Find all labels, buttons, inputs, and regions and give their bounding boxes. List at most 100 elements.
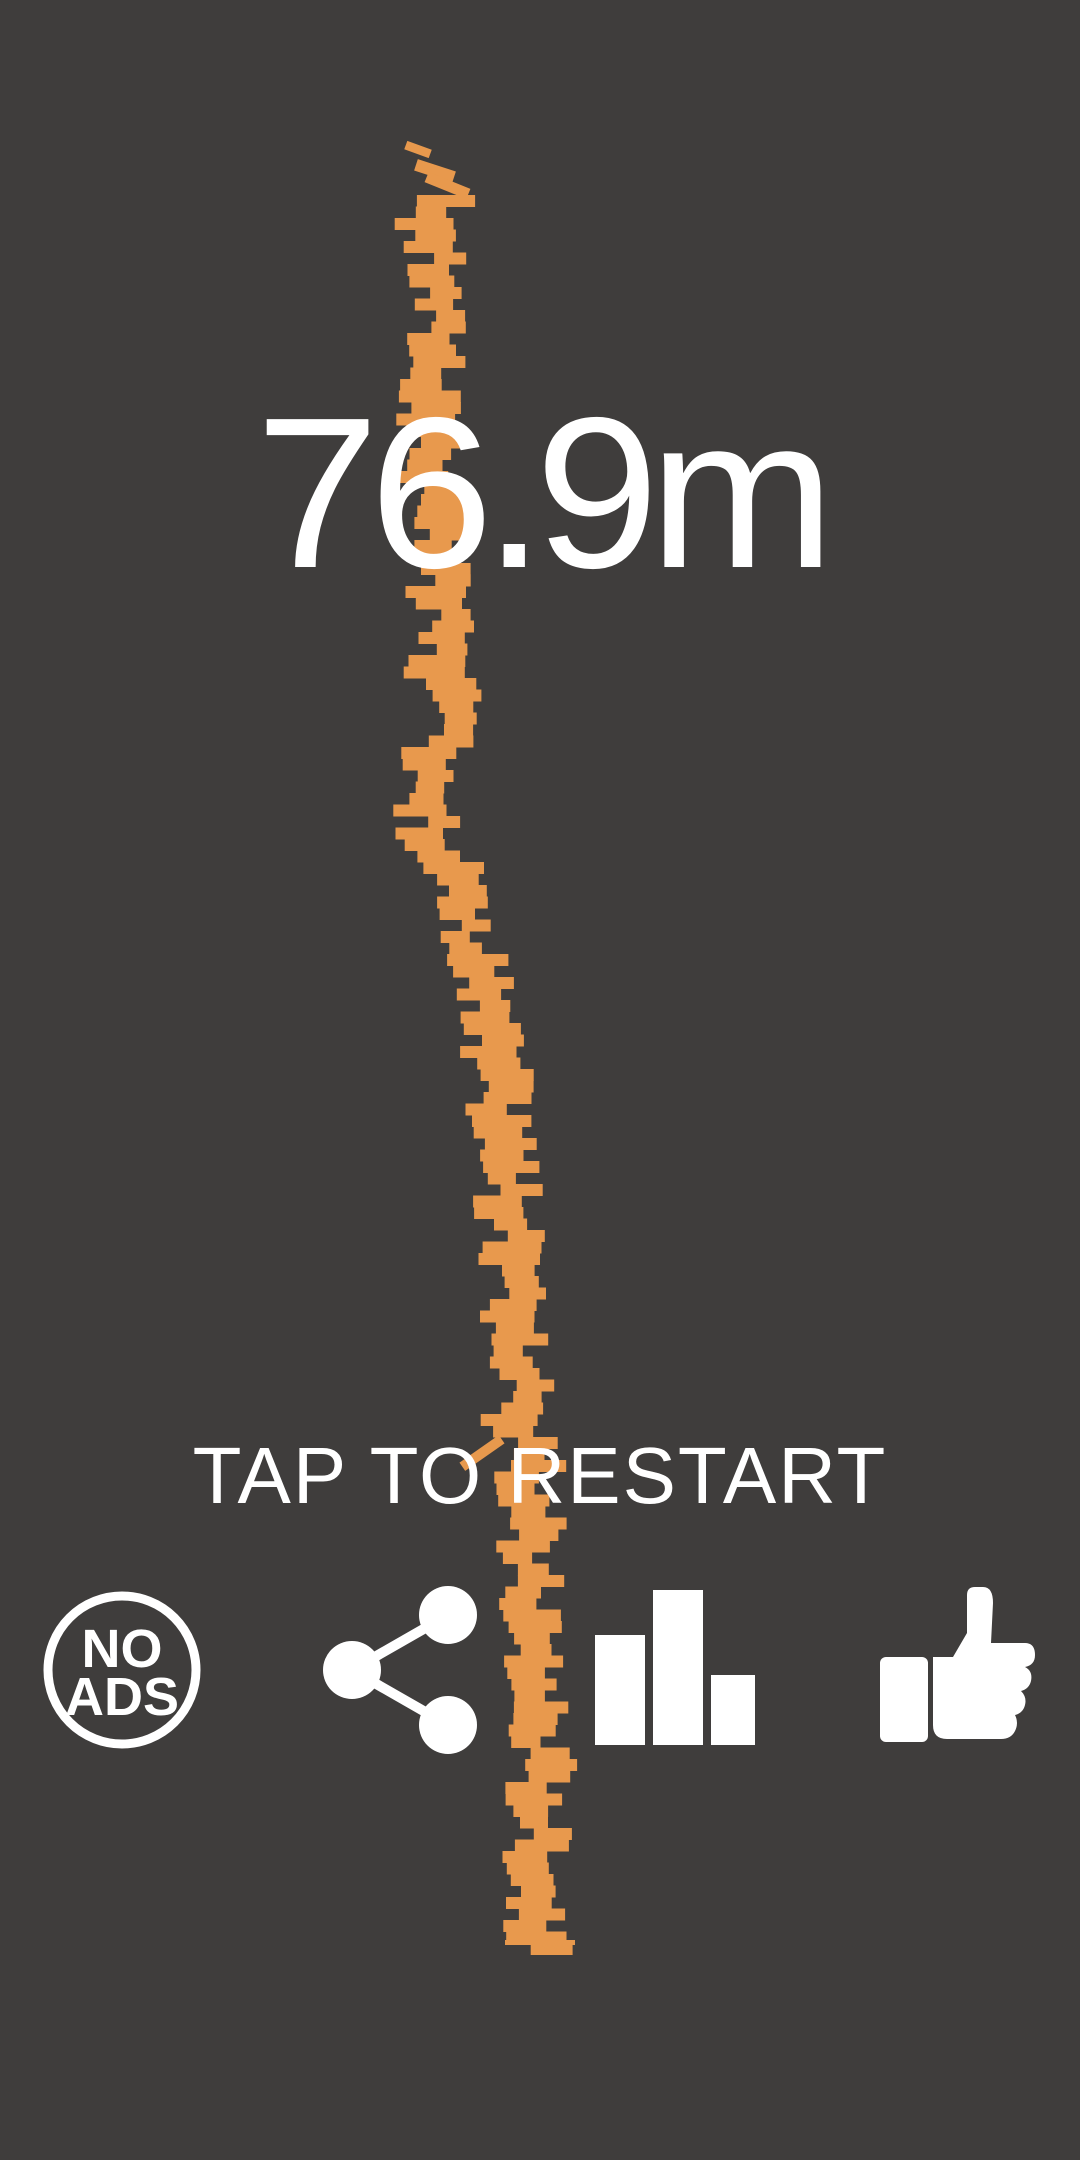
tower-block (506, 1897, 552, 1909)
tower-block (463, 1023, 521, 1035)
tower-block (404, 839, 445, 851)
tower-block (473, 1195, 522, 1208)
tower-block (508, 1621, 562, 1633)
tower-block (460, 1011, 510, 1024)
tower-block (507, 1230, 545, 1242)
tower-block (506, 1862, 549, 1875)
height-score: 76.9m (255, 372, 835, 613)
tower-block (477, 1057, 521, 1070)
tower-block (503, 1609, 561, 1622)
leaderboard-button[interactable] (595, 1585, 755, 1755)
tower-block (449, 885, 487, 897)
tower-block (516, 1379, 555, 1392)
tower-block (444, 712, 477, 725)
tower-block (436, 310, 466, 322)
tower-block (428, 816, 461, 828)
tower-block (428, 735, 474, 748)
tower-block (496, 1540, 550, 1553)
like-button[interactable] (875, 1585, 1035, 1755)
tower-block (453, 965, 495, 978)
share-button[interactable] (320, 1585, 480, 1755)
tower-block (499, 1598, 537, 1610)
tower-block (514, 1839, 569, 1852)
tower-block (461, 919, 491, 932)
game-screen[interactable]: 76.9m TAP TO RESTART NO ADS (0, 0, 1080, 2160)
tower-block (480, 1414, 538, 1426)
tower-block (518, 1908, 566, 1921)
tower-block (499, 1368, 540, 1380)
tower-block (514, 1690, 545, 1702)
tower-block (472, 1115, 532, 1127)
tower-block (436, 643, 468, 656)
tower-block (439, 908, 475, 920)
tower-block (507, 1667, 545, 1679)
tower-block (437, 896, 488, 909)
no-ads-button[interactable]: NO ADS (42, 1585, 202, 1755)
tower-block (513, 1713, 558, 1725)
tower-block (407, 264, 449, 276)
tower-block (525, 1759, 578, 1771)
tower-block (408, 655, 466, 667)
tower-block (521, 1885, 556, 1898)
tower-block (488, 1080, 534, 1093)
tower-block (505, 1782, 547, 1794)
tower-block (415, 206, 447, 219)
tower-block (502, 1851, 548, 1863)
tower-block (417, 850, 460, 863)
tower-block (409, 344, 456, 357)
tower-block (437, 873, 479, 886)
tower-block (483, 1161, 540, 1173)
tower-block (484, 1138, 537, 1150)
tower-block (415, 229, 456, 242)
tower-block (517, 1575, 565, 1587)
tower-block (511, 1736, 541, 1748)
tower-block (432, 620, 474, 633)
tower-block (409, 793, 444, 805)
tower-block (487, 1172, 516, 1185)
tower-block (508, 1724, 556, 1737)
tower-block (394, 218, 454, 230)
tower-block (449, 942, 482, 955)
tower-block (417, 770, 454, 782)
tower-block (403, 666, 465, 679)
tower-block (456, 988, 502, 1001)
tower-block (489, 1299, 537, 1311)
tower-block (501, 1402, 544, 1415)
tower-block (418, 632, 465, 644)
tower-block (483, 1092, 532, 1104)
tower-block (482, 1034, 524, 1047)
tower-block (494, 1218, 528, 1231)
tower-block (413, 356, 466, 368)
tower-block (503, 1920, 547, 1932)
tower-block (513, 1391, 542, 1403)
tower-block (444, 724, 474, 736)
tower-block (513, 1805, 549, 1817)
tower-block (491, 1333, 549, 1346)
share-icon (323, 1586, 477, 1754)
no-ads-line2: ADS (65, 1667, 179, 1727)
tower-block (489, 1356, 533, 1369)
tower-block (504, 1276, 539, 1288)
tower-block (533, 1828, 572, 1840)
tower-block (520, 1644, 552, 1656)
tower-block (495, 1322, 534, 1334)
tower-block (502, 1552, 533, 1564)
tower-block (395, 827, 443, 840)
tower-block (401, 747, 457, 759)
tap-to-restart-text[interactable]: TAP TO RESTART (0, 1436, 1080, 1516)
stacked-tower (393, 140, 578, 1955)
tower-block (505, 1586, 541, 1599)
tower-block (509, 1287, 546, 1300)
leaderboard-icon (595, 1590, 755, 1745)
tower-block (517, 1563, 549, 1576)
tower-block (480, 1310, 535, 1323)
tower-block (439, 701, 474, 713)
tower-block (474, 1207, 524, 1219)
tower-block (414, 298, 454, 311)
tower-block (434, 252, 467, 265)
thumbs-up-icon (880, 1587, 1035, 1742)
tower-block (465, 1103, 507, 1116)
tower-block (469, 977, 514, 989)
tower-block (480, 1069, 534, 1081)
tower-block (530, 1747, 570, 1760)
